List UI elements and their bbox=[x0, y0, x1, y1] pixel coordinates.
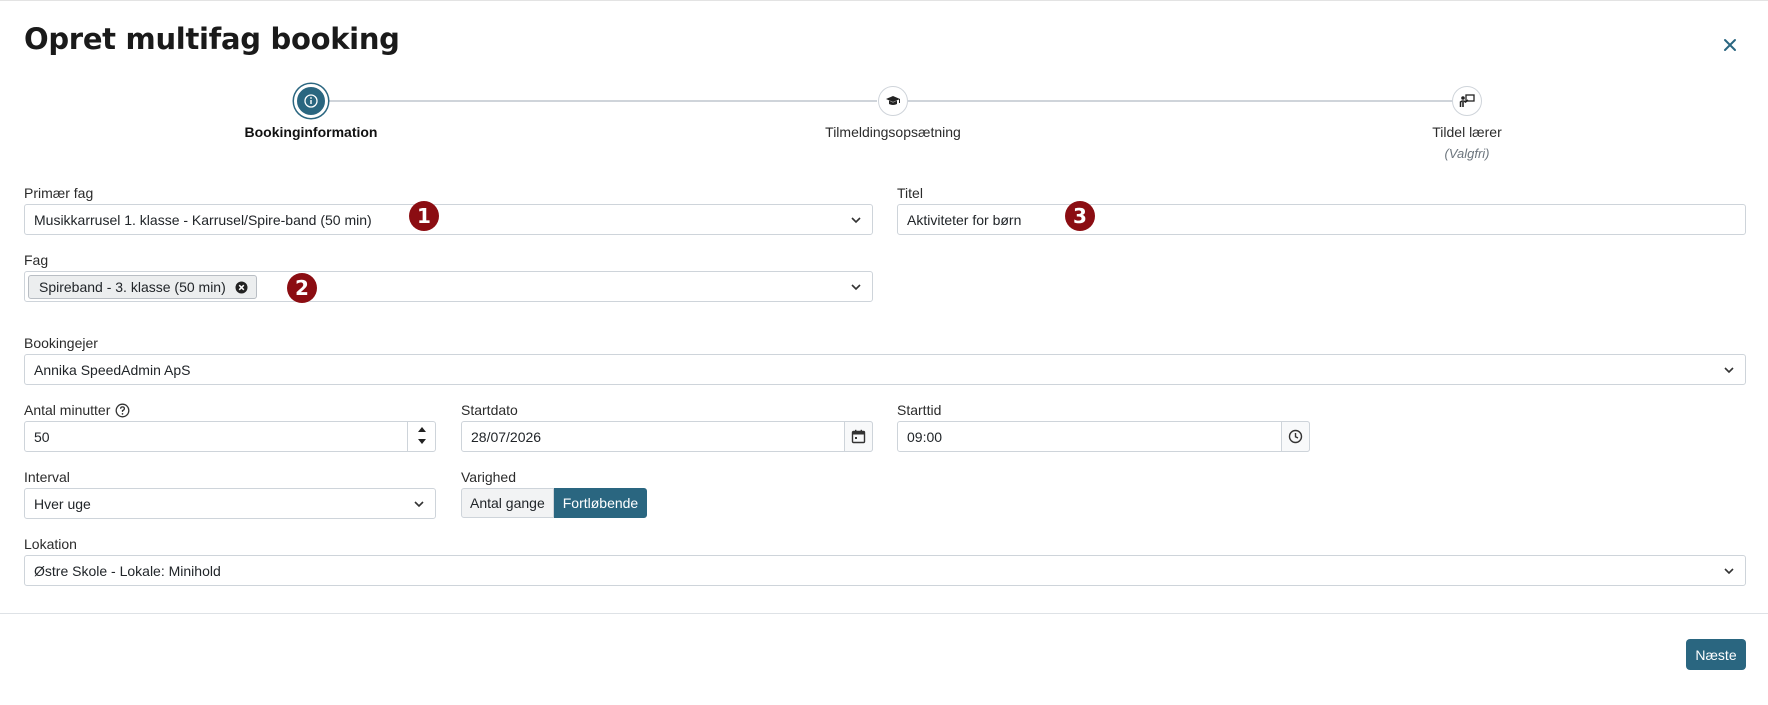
location-select[interactable]: Østre Skole - Lokale: Minihold bbox=[24, 555, 1746, 586]
step-2-indicator[interactable] bbox=[878, 86, 908, 116]
duration-option-count[interactable]: Antal gange bbox=[461, 488, 554, 518]
duration-label: Varighed bbox=[461, 469, 517, 485]
caret-down-icon[interactable] bbox=[417, 438, 427, 446]
subjects-label: Fag bbox=[24, 252, 49, 268]
start-date-label: Startdato bbox=[461, 402, 518, 418]
minutes-stepper[interactable] bbox=[407, 421, 436, 452]
remove-circle-icon[interactable] bbox=[235, 281, 248, 294]
duration-option-ongoing[interactable]: Fortløbende bbox=[553, 488, 648, 518]
minutes-input[interactable]: 50 bbox=[24, 421, 436, 452]
primary-subject-label: Primær fag bbox=[24, 185, 94, 201]
info-icon bbox=[304, 94, 318, 108]
minutes-value: 50 bbox=[34, 428, 50, 445]
close-button[interactable] bbox=[1719, 34, 1741, 56]
annotation-badge-3: 3 bbox=[1065, 201, 1095, 231]
title-value: Aktiviteter for børn bbox=[907, 211, 1022, 228]
dialog-title: Opret multifag booking bbox=[24, 22, 400, 56]
start-date-value: 28/07/2026 bbox=[471, 428, 542, 445]
annotation-badge-2: 2 bbox=[287, 273, 317, 303]
subjects-multiselect[interactable]: Spireband - 3. klasse (50 min) bbox=[24, 271, 873, 302]
step-3-indicator[interactable] bbox=[1452, 86, 1482, 116]
location-value: Østre Skole - Lokale: Minihold bbox=[34, 562, 221, 579]
step-2-label: Tilmeldingsopsætning bbox=[825, 124, 961, 140]
step-connector bbox=[908, 100, 1459, 102]
start-date-input[interactable]: 28/07/2026 bbox=[461, 421, 873, 452]
graduation-cap-icon bbox=[886, 96, 900, 105]
wizard-stepper: Bookinginformation Tilmeldingsopsætning … bbox=[0, 80, 1768, 170]
duration-toggle-group: Antal gange Fortløbende bbox=[461, 488, 648, 518]
chevron-down-icon bbox=[414, 501, 424, 508]
interval-label: Interval bbox=[24, 469, 70, 485]
step-1-indicator[interactable] bbox=[294, 84, 328, 118]
subject-tag-label: Spireband - 3. klasse (50 min) bbox=[39, 279, 226, 295]
owner-value: Annika SpeedAdmin ApS bbox=[34, 361, 191, 378]
owner-label: Bookingejer bbox=[24, 335, 98, 351]
chevron-down-icon bbox=[1724, 367, 1734, 374]
step-1-label: Bookinginformation bbox=[244, 124, 378, 140]
minutes-label-group: Antal minutter bbox=[24, 402, 130, 418]
interval-select[interactable]: Hver uge bbox=[24, 488, 436, 519]
minutes-label: Antal minutter bbox=[24, 402, 111, 418]
chevron-down-icon bbox=[851, 284, 861, 291]
title-input[interactable]: Aktiviteter for børn bbox=[897, 204, 1746, 235]
top-border bbox=[0, 0, 1768, 1]
start-time-label: Starttid bbox=[897, 402, 942, 418]
annotation-badge-1: 1 bbox=[409, 201, 439, 231]
location-label: Lokation bbox=[24, 536, 77, 552]
step-3-optional-note: (Valgfri) bbox=[1444, 146, 1490, 161]
primary-subject-value: Musikkarrusel 1. klasse - Karrusel/Spire… bbox=[34, 211, 372, 228]
close-icon bbox=[1724, 39, 1736, 51]
teacher-board-icon bbox=[1459, 94, 1475, 107]
next-button[interactable]: Næste bbox=[1686, 639, 1746, 670]
start-time-value: 09:00 bbox=[907, 428, 943, 445]
caret-up-icon[interactable] bbox=[417, 425, 427, 433]
help-circle-icon[interactable] bbox=[115, 403, 130, 418]
primary-subject-select[interactable]: Musikkarrusel 1. klasse - Karrusel/Spire… bbox=[24, 204, 873, 235]
calendar-icon bbox=[851, 429, 866, 444]
step-connector bbox=[312, 100, 877, 102]
calendar-button[interactable] bbox=[844, 421, 873, 452]
interval-value: Hver uge bbox=[34, 495, 91, 512]
chevron-down-icon bbox=[1724, 568, 1734, 575]
title-label: Titel bbox=[897, 185, 923, 201]
chevron-down-icon bbox=[851, 217, 861, 224]
clock-icon bbox=[1288, 429, 1303, 444]
subject-tag: Spireband - 3. klasse (50 min) bbox=[28, 275, 257, 299]
step-3-label: Tildel lærer bbox=[1432, 124, 1502, 140]
footer-divider bbox=[0, 613, 1768, 614]
owner-select[interactable]: Annika SpeedAdmin ApS bbox=[24, 354, 1746, 385]
start-time-input[interactable]: 09:00 bbox=[897, 421, 1310, 452]
time-picker-button[interactable] bbox=[1281, 421, 1310, 452]
